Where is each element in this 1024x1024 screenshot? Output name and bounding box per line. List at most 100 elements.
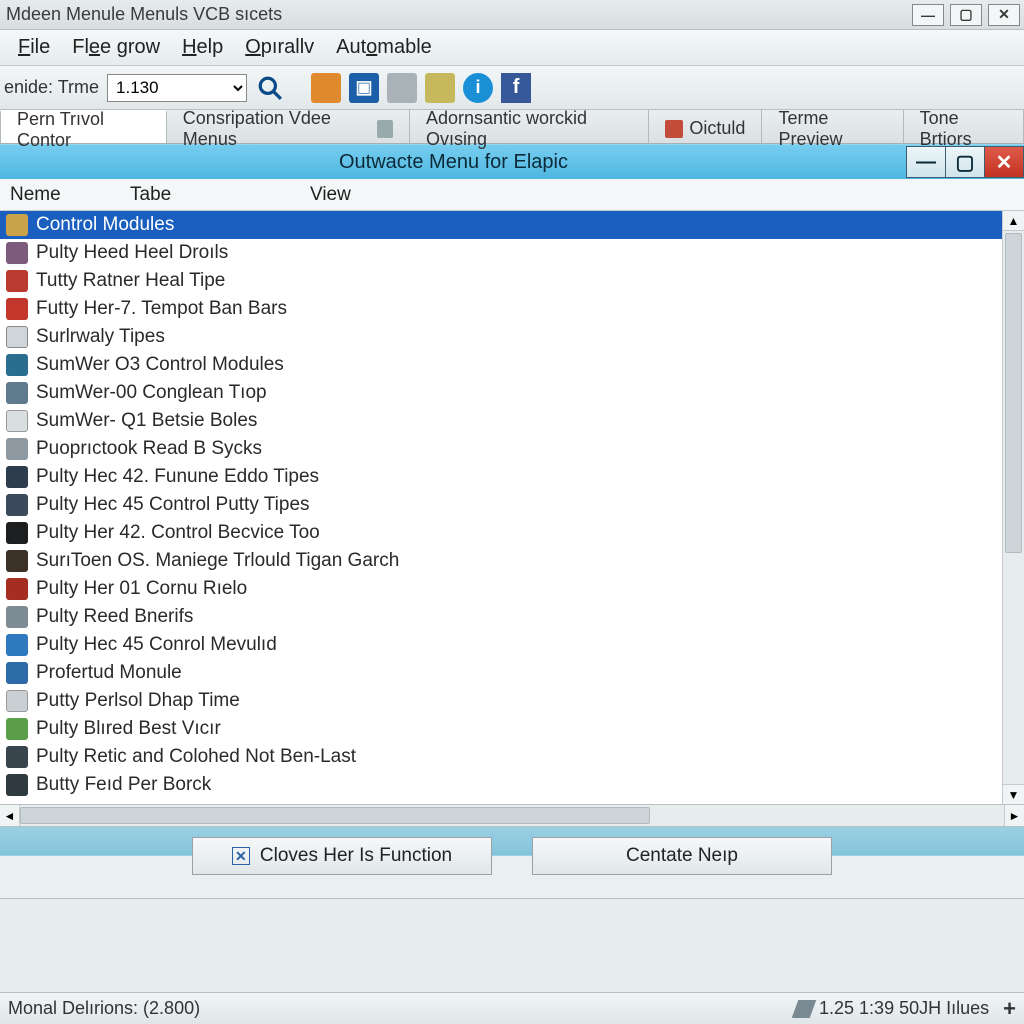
row-label: SumWer-00 Conglean Tıop <box>36 382 267 404</box>
list-item[interactable]: SumWer-00 Conglean Tıop <box>0 379 1002 407</box>
list-item[interactable]: Pulty Blıred Best Vıcır <box>0 715 1002 743</box>
row-label: Pulty Her 01 Cornu Rıelo <box>36 578 247 600</box>
info-icon[interactable]: i <box>463 73 493 103</box>
row-label: Profertud Monule <box>36 662 182 684</box>
list-item[interactable]: Control Modules <box>0 211 1002 239</box>
list-item[interactable]: SumWer O3 Control Modules <box>0 351 1002 379</box>
row-icon <box>6 718 28 740</box>
list-item[interactable]: Tutty Ratner Heal Tipe <box>0 267 1002 295</box>
row-label: SumWer- Q1 Betsie Boles <box>36 410 257 432</box>
checkbox-icon: ✕ <box>232 847 250 865</box>
menu-automable[interactable]: Automable <box>336 36 432 59</box>
scroll-down-icon[interactable]: ▼ <box>1003 784 1024 804</box>
row-label: Tutty Ratner Heal Tipe <box>36 270 225 292</box>
list-item[interactable]: Puoprıctook Read B Sycks <box>0 435 1002 463</box>
tab-oictuld[interactable]: Oictuld <box>649 110 762 143</box>
module-list: Control Modules Pulty Heed Heel Droıls Tut… <box>0 211 1002 804</box>
col-name[interactable]: Neme <box>10 184 90 206</box>
row-label: Pulty Her 42. Control Becvice Too <box>36 522 320 544</box>
toolbar-icon-1[interactable] <box>311 73 341 103</box>
hscroll-track[interactable] <box>20 805 1004 826</box>
row-label: Pulty Heed Heel Droıls <box>36 242 228 264</box>
scroll-thumb[interactable] <box>1005 233 1022 553</box>
row-label: Putty Perlsol Dhap Time <box>36 690 240 712</box>
row-icon <box>6 326 28 348</box>
list-item[interactable]: Pulty Hec 42. Funune Eddo Tipes <box>0 463 1002 491</box>
status-left: Monal Delırions: (2.800) <box>8 998 795 1019</box>
col-tabe[interactable]: Tabe <box>130 184 270 206</box>
row-icon <box>6 550 28 572</box>
row-icon <box>6 354 28 376</box>
tab-label: Consripation Vdee Menus <box>183 108 371 150</box>
row-icon <box>6 662 28 684</box>
row-icon <box>6 606 28 628</box>
search-icon[interactable] <box>255 73 285 103</box>
row-icon <box>6 242 28 264</box>
hscroll-thumb[interactable] <box>20 807 650 824</box>
tab-label: Pern Trıvol Contor <box>17 109 150 151</box>
row-label: Pulty Reed Bnerifs <box>36 606 193 628</box>
list-item[interactable]: Pulty Retic and Colohed Not Ben-Last <box>0 743 1002 771</box>
tab-consripation[interactable]: Consripation Vdee Menus <box>167 110 410 143</box>
list-item[interactable]: Butty Feıd Per Borck <box>0 771 1002 799</box>
list-item[interactable]: Pulty Heed Heel Droıls <box>0 239 1002 267</box>
vertical-scrollbar[interactable]: ▲ ▼ <box>1002 211 1024 804</box>
row-label: Pulty Retic and Colohed Not Ben-Last <box>36 746 356 768</box>
list-item[interactable]: SumWer- Q1 Betsie Boles <box>0 407 1002 435</box>
list-item[interactable]: Surlrwaly Tipes <box>0 323 1002 351</box>
toolbar: enide: Trme 1.130 ▣ i f <box>0 66 1024 110</box>
horizontal-scrollbar[interactable]: ◄ ► <box>0 805 1024 827</box>
list-item[interactable]: Pulty Hec 45 Control Putty Tipes <box>0 491 1002 519</box>
list-item[interactable]: Pulty Her 42. Control Becvice Too <box>0 519 1002 547</box>
row-icon <box>6 690 28 712</box>
list-item[interactable]: Profertud Monule <box>0 659 1002 687</box>
row-label: Butty Feıd Per Borck <box>36 774 211 796</box>
child-maximize-button[interactable]: ▢ <box>945 146 985 178</box>
row-icon <box>6 214 28 236</box>
menu-file[interactable]: File <box>18 36 50 59</box>
child-minimize-button[interactable]: — <box>906 146 946 178</box>
tab-tone-brtiors[interactable]: Tone Brtiors <box>904 110 1024 143</box>
tab-adornsantic[interactable]: Adornsantic worckid Ovısing <box>410 110 649 143</box>
scroll-right-icon[interactable]: ► <box>1004 805 1024 826</box>
cloves-function-button[interactable]: ✕ Cloves Her Is Function <box>192 837 492 875</box>
list-item[interactable]: SurıToen OS. Maniege Trlould Tigan Garch <box>0 547 1002 575</box>
list-item[interactable]: Futty Her-7. Tempot Ban Bars <box>0 295 1002 323</box>
centate-neip-button[interactable]: Centate Neıp <box>532 837 832 875</box>
list-item[interactable]: Putty Perlsol Dhap Time <box>0 687 1002 715</box>
child-titlebar: Outwacte Menu for Elapic — ▢ ✕ <box>0 145 1024 179</box>
child-close-button[interactable]: ✕ <box>984 146 1024 178</box>
minimize-button[interactable]: — <box>912 4 944 26</box>
scroll-up-icon[interactable]: ▲ <box>1003 211 1024 231</box>
row-label: Surlrwaly Tipes <box>36 326 165 348</box>
tab-terme-preview[interactable]: Terme Preview <box>762 110 903 143</box>
child-title: Outwacte Menu for Elapic <box>0 151 907 174</box>
status-plus-button[interactable]: + <box>1003 996 1016 1022</box>
version-select[interactable]: 1.130 <box>107 74 247 102</box>
toolbar-icon-4[interactable] <box>425 73 455 103</box>
facebook-icon[interactable]: f <box>501 73 531 103</box>
row-label: Puoprıctook Read B Sycks <box>36 438 262 460</box>
button-label: Cloves Her Is Function <box>260 845 452 867</box>
tab-pern-trivol[interactable]: Pern Trıvol Contor <box>0 110 167 143</box>
row-icon <box>6 270 28 292</box>
list-item[interactable]: Pulty Hec 45 Conrol Mevulıd <box>0 631 1002 659</box>
menu-opirallv[interactable]: Opırallv <box>245 36 314 59</box>
menu-flee-grow[interactable]: Flee grow <box>72 36 160 59</box>
row-label: Pulty Hec 45 Control Putty Tipes <box>36 494 310 516</box>
maximize-button[interactable]: ▢ <box>950 4 982 26</box>
child-window-controls: — ▢ ✕ <box>907 146 1024 178</box>
list-item[interactable]: Pulty Her 01 Cornu Rıelo <box>0 575 1002 603</box>
row-label: Pulty Hec 42. Funune Eddo Tipes <box>36 466 319 488</box>
toolbar-icon-folder[interactable] <box>387 73 417 103</box>
close-button[interactable]: ✕ <box>988 4 1020 26</box>
child-window: Outwacte Menu for Elapic — ▢ ✕ Neme Tabe… <box>0 144 1024 899</box>
scroll-left-icon[interactable]: ◄ <box>0 805 20 826</box>
toolbar-icon-save[interactable]: ▣ <box>349 73 379 103</box>
list-item[interactable]: Pulty Reed Bnerifs <box>0 603 1002 631</box>
tab-label: Oictuld <box>689 118 745 139</box>
col-view[interactable]: View <box>310 184 351 206</box>
tab-label: Terme Preview <box>778 108 886 150</box>
menu-help[interactable]: Help <box>182 36 223 59</box>
row-label: Pulty Blıred Best Vıcır <box>36 718 221 740</box>
